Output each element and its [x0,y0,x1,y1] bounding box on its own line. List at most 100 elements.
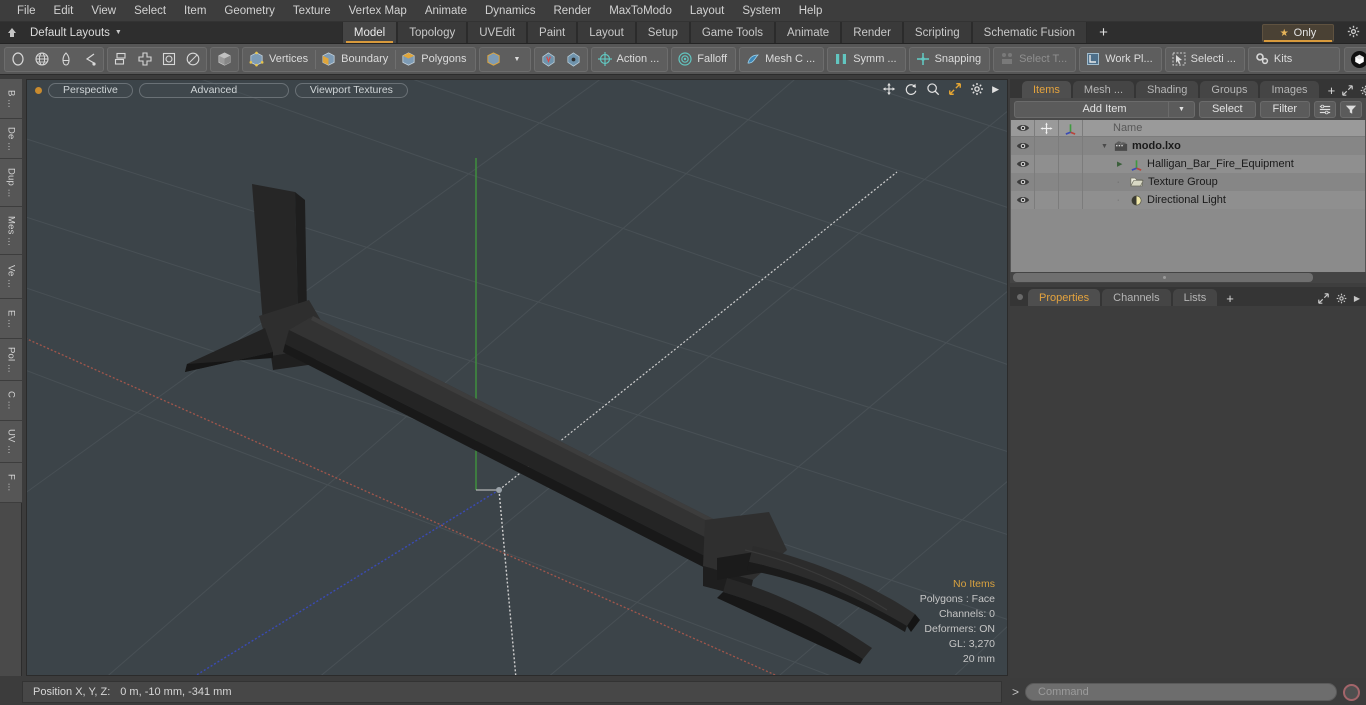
vtab-curve[interactable]: C ... [0,381,22,421]
tab-setup[interactable]: Setup [635,22,690,43]
rotate-icon[interactable] [904,82,918,96]
lock-cell[interactable] [1035,173,1059,191]
menu-item-dynamics[interactable]: Dynamics [476,1,544,21]
record-circle-icon[interactable] [1343,683,1360,701]
kits-button[interactable]: Kits [1250,48,1299,71]
eye-icon[interactable] [1011,137,1035,155]
eye-icon[interactable] [1011,155,1035,173]
viewport-textures-selector[interactable]: Viewport Textures [294,82,408,98]
eye-icon[interactable] [1011,191,1035,209]
dropper-icon[interactable] [54,48,78,71]
home-icon[interactable] [0,22,24,43]
add-layout-tab-button[interactable]: + [1087,22,1120,43]
menu-item-edit[interactable]: Edit [45,1,83,21]
eye-icon[interactable] [1011,120,1035,136]
chevron-down-icon[interactable]: ▼ [1167,100,1194,118]
tab-layout[interactable]: Layout [577,22,636,43]
menu-item-item[interactable]: Item [175,1,215,21]
mode-boundary-button[interactable]: Boundary [316,48,395,71]
axis-cell[interactable] [1059,155,1083,173]
zoom-icon[interactable] [926,82,940,96]
axis-cell[interactable] [1059,173,1083,191]
axis-cell[interactable] [1059,191,1083,209]
table-row[interactable]: ▼ modo.lxo [1011,137,1365,155]
lasso-icon[interactable] [78,48,102,71]
work-plane-button[interactable]: Work Pl... [1081,48,1159,71]
viewport-shading-selector[interactable]: Advanced [138,82,289,98]
tab-paint[interactable]: Paint [527,22,578,43]
menu-item-layout[interactable]: Layout [681,1,734,21]
tab-render[interactable]: Render [841,22,903,43]
tab-game-tools[interactable]: Game Tools [689,22,775,43]
item-row-texture-group[interactable]: · Texture Group [1083,176,1365,188]
vtab-basic[interactable]: B ... [0,79,22,119]
vtab-polygon[interactable]: Pol ... [0,339,22,381]
add-item-button[interactable]: Add Item ▼ [1014,100,1195,118]
menu-item-texture[interactable]: Texture [284,1,340,21]
table-row[interactable]: ▶ Halligan_Bar_Fire_Equipment [1011,155,1365,173]
actioncenter-b-icon[interactable] [561,48,586,71]
viewport-perspective-selector[interactable]: Perspective [48,82,133,98]
lock-cell[interactable] [1035,155,1059,173]
item-list-hscrollbar[interactable] [1010,272,1366,283]
tab-items[interactable]: Items [1022,81,1071,98]
vtab-deform[interactable]: De ... [0,119,22,159]
command-input[interactable]: Command [1025,683,1337,701]
square-icon[interactable] [157,48,181,71]
cube-solid-icon[interactable] [212,48,237,71]
menu-item-animate[interactable]: Animate [416,1,476,21]
lock-cell[interactable] [1035,191,1059,209]
list-options-icon[interactable] [1314,100,1336,118]
default-layouts-selector[interactable]: Default Layouts ▼ [24,22,132,43]
move-icon[interactable] [882,82,896,96]
transform-icon[interactable] [1035,120,1059,136]
globe-icon[interactable] [30,48,54,71]
menu-item-maxtomodo[interactable]: MaxToModo [600,1,681,21]
menu-item-select[interactable]: Select [125,1,175,21]
tab-model[interactable]: Model [341,22,398,43]
menu-item-help[interactable]: Help [790,1,832,21]
actioncenter-a-icon[interactable] [536,48,561,71]
eye-icon[interactable] [1011,173,1035,191]
modo-badge-icon[interactable] [1346,48,1366,71]
vtab-fur[interactable]: F ... [0,463,22,503]
gear-icon[interactable] [1347,25,1360,38]
fit-icon[interactable] [948,82,962,96]
item-list[interactable]: Name ▼ modo.lxo ▶ Halligan_Bar_Fire_Equi… [1010,120,1366,272]
elements-icon[interactable] [109,48,133,71]
vtab-mesh-edit[interactable]: Mes ... [0,207,22,255]
tab-shading[interactable]: Shading [1136,81,1199,98]
filter-button[interactable]: Filter [1259,100,1310,118]
menu-item-vertex-map[interactable]: Vertex Map [340,1,416,21]
vtab-vertex[interactable]: Ve ... [0,255,22,299]
select-through-button[interactable]: Select T... [995,48,1074,71]
item-row-scene[interactable]: ▼ modo.lxo [1083,140,1365,152]
viewport-active-dot[interactable] [35,86,42,94]
twirl-down-icon[interactable]: ▼ [1101,143,1110,150]
only-toggle-button[interactable]: ★ Only [1262,24,1334,42]
tab-images[interactable]: Images [1260,81,1319,98]
tab-channels[interactable]: Channels [1102,289,1171,306]
gear-icon[interactable] [1336,293,1347,304]
vtab-uv[interactable]: UV ... [0,421,22,463]
tab-properties[interactable]: Properties [1028,289,1101,306]
symmetry-button[interactable]: Symm ... [829,48,903,71]
mode-vertices-button[interactable]: Vertices [244,48,315,71]
twirl-right-icon[interactable]: ▶ [1117,160,1126,168]
tab-animate[interactable]: Animate [775,22,842,43]
table-row[interactable]: · Directional Light [1011,191,1365,209]
menu-item-file[interactable]: File [8,1,45,21]
circle-icon[interactable] [6,48,30,71]
tab-groups[interactable]: Groups [1200,81,1259,98]
mode-polygons-button[interactable]: Polygons [396,48,473,71]
tab-topology[interactable]: Topology [397,22,468,43]
scroll-thumb[interactable] [1013,273,1313,282]
filter-funnel-icon[interactable] [1340,100,1362,118]
tab-lists[interactable]: Lists [1172,289,1218,306]
vtab-duplicate[interactable]: Dup ... [0,159,22,207]
menu-item-geometry[interactable]: Geometry [215,1,284,21]
menu-item-view[interactable]: View [82,1,125,21]
vtab-edge[interactable]: E ... [0,299,22,339]
menu-item-render[interactable]: Render [544,1,600,21]
axis-icon[interactable] [1059,120,1083,136]
